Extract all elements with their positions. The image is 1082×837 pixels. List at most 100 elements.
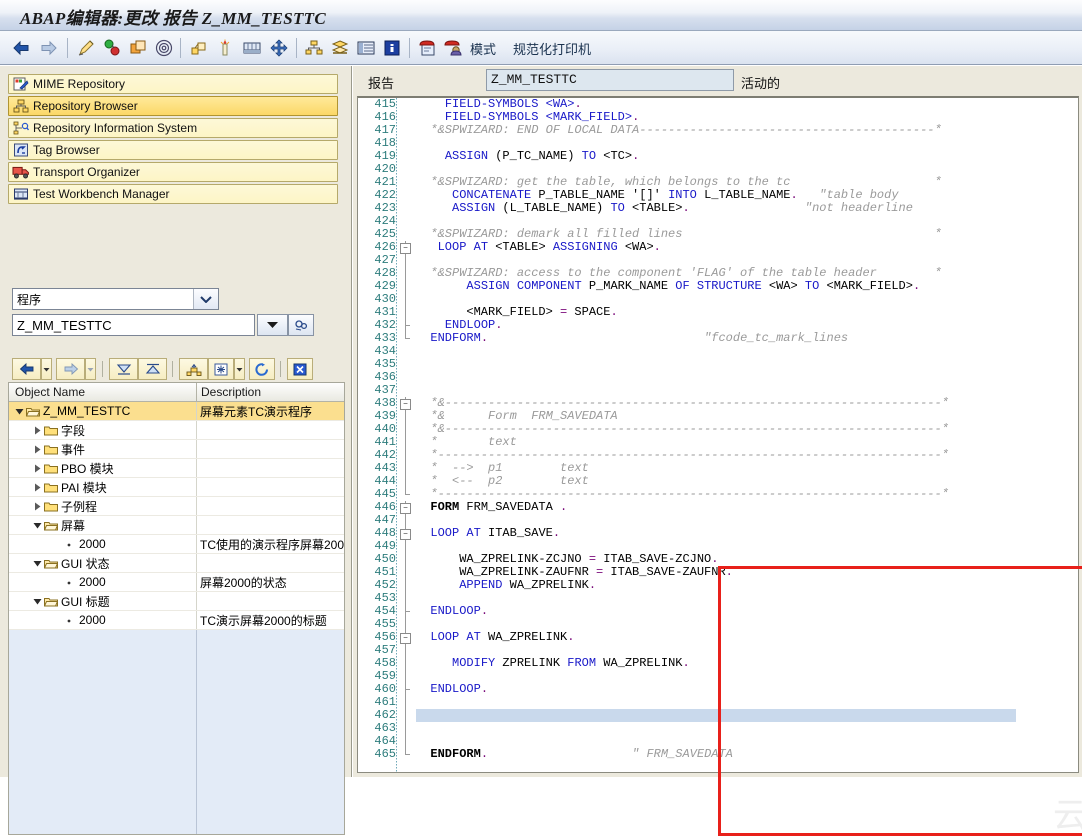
table-row[interactable]: 字段 (9, 421, 344, 440)
list-icon[interactable] (354, 35, 378, 61)
tree-twisty-icon[interactable] (31, 464, 43, 473)
tree-twisty-icon[interactable] (31, 426, 43, 435)
code-line[interactable]: 461 (358, 696, 1078, 709)
tree-twisty-icon[interactable] (31, 559, 43, 568)
collapse-all-button[interactable] (138, 358, 167, 380)
back-icon[interactable] (8, 35, 34, 61)
table-row[interactable]: 2000 TC演示屏幕2000的标题 (9, 611, 344, 630)
stack-icon[interactable] (328, 35, 352, 61)
table-row[interactable]: GUI 状态 (9, 554, 344, 573)
table-row[interactable]: PAI 模块 (9, 478, 344, 497)
code-line[interactable]: 417 *&SPWIZARD: END OF LOCAL DATA-------… (358, 124, 1078, 137)
code-line[interactable]: 429 ASSIGN COMPONENT P_MARK_NAME OF STRU… (358, 280, 1078, 293)
code-line[interactable]: 436 (358, 371, 1078, 384)
pretty-printer-icon[interactable] (187, 35, 211, 61)
display-object-list-icon[interactable] (239, 35, 265, 61)
close-button[interactable] (287, 358, 313, 380)
code-line[interactable]: 433 ENDFORM. "fcode_tc_mark_lines (358, 332, 1078, 345)
table-row[interactable]: 事件 (9, 440, 344, 459)
menu-painter-icon[interactable] (441, 35, 465, 61)
insert-statement-icon[interactable] (213, 35, 237, 61)
tree-twisty-icon[interactable] (31, 502, 43, 511)
sidebar-item-repository-information-system[interactable]: Repository Information System (8, 118, 338, 138)
fold-toggle-icon[interactable]: − (400, 399, 411, 410)
left-sidebar: MIME Repository Repository Browser Repos… (0, 66, 352, 835)
forward-icon[interactable] (36, 35, 62, 61)
code-line[interactable]: 460 ENDLOOP. (358, 683, 1078, 696)
table-row[interactable]: GUI 标题 (9, 592, 344, 611)
code-line[interactable]: 458 MODIFY ZPRELINK FROM WA_ZPRELINK. (358, 657, 1078, 670)
code-line[interactable]: 446− FORM FRM_SAVEDATA . (358, 501, 1078, 514)
table-row[interactable]: 子例程 (9, 497, 344, 516)
code-line[interactable]: 462 (358, 709, 1078, 722)
code-lines[interactable]: 415 FIELD-SYMBOLS <WA>. 416 FIELD-SYMBOLS… (358, 98, 1078, 761)
object-tree[interactable]: Object Name Description Z_MM_TESTTC 屏幕元素T… (8, 382, 345, 835)
object-display-button[interactable] (288, 314, 314, 336)
editor-object-name[interactable]: Z_MM_TESTTC (486, 69, 734, 91)
object-name-dropdown-button[interactable] (257, 314, 288, 336)
table-row[interactable]: PBO 模块 (9, 459, 344, 478)
refresh-button[interactable] (249, 358, 275, 380)
edit-pencil-icon[interactable] (74, 35, 98, 61)
object-name-input[interactable] (13, 316, 254, 334)
filter-button[interactable] (208, 358, 234, 380)
expand-all-button[interactable] (109, 358, 138, 380)
object-hierarchy-icon[interactable] (302, 35, 326, 61)
sidebar-item-repository-browser[interactable]: Repository Browser (8, 96, 338, 116)
sidebar-item-test-workbench-manager[interactable]: Test Workbench Manager (8, 184, 338, 204)
tree-empty-row (9, 630, 344, 648)
chevron-down-icon[interactable] (193, 289, 218, 309)
toolbar-separator (180, 38, 181, 58)
tree-empty-row (9, 720, 344, 738)
code-line[interactable]: 435 (358, 358, 1078, 371)
info-icon[interactable] (380, 35, 404, 61)
table-row[interactable]: 屏幕 (9, 516, 344, 535)
table-row[interactable]: 2000 TC使用的演示程序屏幕2000 (9, 535, 344, 554)
tree-empty-row (9, 648, 344, 666)
table-row[interactable]: 2000 屏幕2000的状态 (9, 573, 344, 592)
code-line[interactable]: 463 (358, 722, 1078, 735)
code-line[interactable]: 419 ASSIGN (P_TC_NAME) TO <TC>. (358, 150, 1078, 163)
sidebar-item-tag-browser[interactable]: Tag Browser (8, 140, 338, 160)
fold-toggle-icon[interactable]: − (400, 243, 411, 254)
filter-dropdown[interactable] (234, 358, 245, 380)
pretty-printer-button[interactable]: 规范化打印机 (513, 39, 591, 58)
object-type-select[interactable]: 程序 (12, 288, 219, 310)
object-list-button[interactable] (179, 358, 208, 380)
code-editor[interactable]: 415 FIELD-SYMBOLS <WA>. 416 FIELD-SYMBOLS… (358, 98, 1078, 772)
object-copy-icon[interactable] (126, 35, 150, 61)
fold-toggle-icon[interactable]: − (400, 529, 411, 540)
navigate-icon[interactable] (267, 35, 291, 61)
tree-back-button[interactable] (12, 358, 41, 380)
tree-twisty-icon[interactable] (31, 597, 43, 606)
table-row[interactable]: Z_MM_TESTTC 屏幕元素TC演示程序 (9, 402, 344, 421)
object-name-field-wrap[interactable] (12, 314, 255, 336)
activate-icon[interactable] (100, 35, 124, 61)
tree-twisty-icon[interactable] (31, 445, 43, 454)
tree-twisty-icon[interactable] (31, 483, 43, 492)
screen-painter-icon[interactable] (415, 35, 439, 61)
fold-toggle-icon[interactable]: − (400, 503, 411, 514)
tree-twisty-icon[interactable] (31, 521, 43, 530)
code-line[interactable]: 465 ENDFORM. " FRM_SAVEDATA (358, 748, 1078, 761)
code-line[interactable]: 456− LOOP AT WA_ZPRELINK. (358, 631, 1078, 644)
code-line[interactable]: 454 ENDLOOP. (358, 605, 1078, 618)
fold-guide (405, 722, 406, 735)
tree-twisty-icon[interactable] (13, 407, 25, 416)
code-line[interactable]: 434 (358, 345, 1078, 358)
tree-body[interactable]: Z_MM_TESTTC 屏幕元素TC演示程序 字段 事件 PBO 模块 PAI 模块 子例程… (9, 402, 344, 630)
code-line[interactable]: 452 APPEND WA_ZPRELINK. (358, 579, 1078, 592)
fold-toggle-icon[interactable]: − (400, 633, 411, 644)
sidebar-item-transport-organizer[interactable]: Transport Organizer (8, 162, 338, 182)
code-editor-frame: 415 FIELD-SYMBOLS <WA>. 416 FIELD-SYMBOLS… (357, 96, 1079, 773)
mode-button[interactable]: 模式 (470, 39, 496, 58)
code-line[interactable]: 426− LOOP AT <TABLE> ASSIGNING <WA>. (358, 241, 1078, 254)
sidebar-item-mime-repository[interactable]: MIME Repository (8, 74, 338, 94)
tree-back-dropdown[interactable] (41, 358, 52, 380)
tree-forward-dropdown[interactable] (85, 358, 96, 380)
tree-forward-button[interactable] (56, 358, 85, 380)
where-used-icon[interactable] (152, 35, 176, 61)
code-line[interactable]: 448− LOOP AT ITAB_SAVE. (358, 527, 1078, 540)
code-text: LOOP AT <TABLE> ASSIGNING <WA>. (437, 240, 661, 254)
code-line[interactable]: 423 ASSIGN (L_TABLE_NAME) TO <TABLE>. "n… (358, 202, 1078, 215)
